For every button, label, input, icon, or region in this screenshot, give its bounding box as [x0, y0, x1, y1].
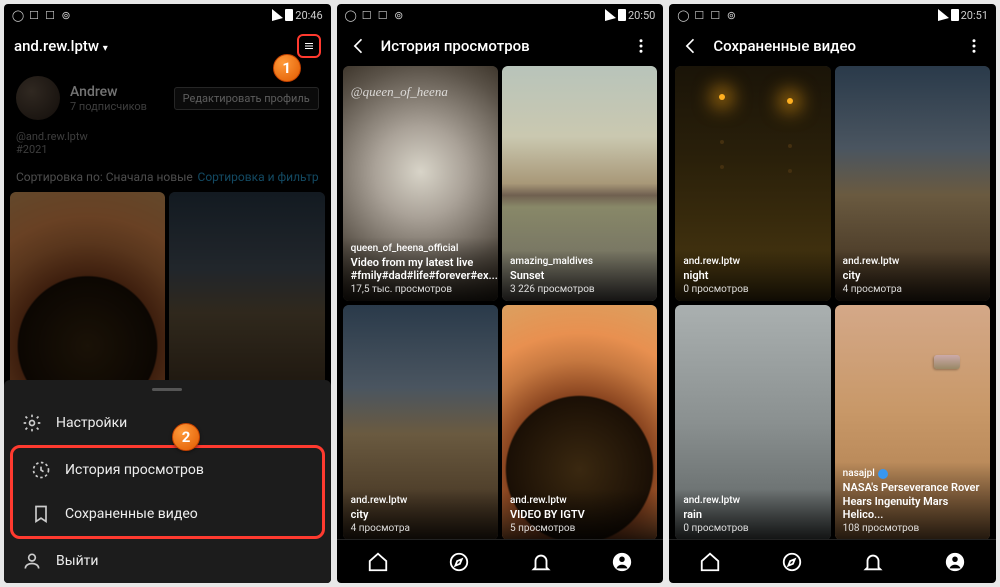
logout-icon: [22, 551, 42, 571]
video-thumb[interactable]: and.rew.lptw night 0 просмотров: [675, 66, 830, 301]
clock-icon: ☐: [709, 9, 721, 21]
back-icon[interactable]: [347, 34, 371, 58]
signal-icon: [605, 9, 616, 21]
nav-notifications-icon[interactable]: [862, 551, 884, 573]
gear-icon: [22, 413, 42, 433]
video-author: and.rew.lptw: [843, 256, 982, 267]
nav-home-icon[interactable]: [699, 551, 721, 573]
sheet-item-saved[interactable]: Сохраненные видео: [13, 492, 322, 536]
video-author: amazing_maldives: [510, 256, 649, 267]
sheet-label: Выйти: [56, 553, 99, 569]
video-thumb[interactable]: amazing_maldives Sunset 3 226 просмотров: [502, 66, 657, 301]
nav-profile-icon[interactable]: [611, 551, 633, 573]
clock-time: 20:51: [961, 9, 988, 22]
profile-content: Andrew 7 подписчиков Редактировать профи…: [4, 66, 331, 583]
video-thumb[interactable]: nasajpl NASA's Perseverance Rover Hears …: [835, 305, 990, 539]
bookmark-icon: [31, 504, 51, 524]
sheet-item-logout[interactable]: Выйти: [4, 539, 331, 583]
shazam-icon: ⊚: [393, 9, 405, 21]
video-views: 0 просмотров: [683, 523, 822, 534]
video-title: night: [683, 269, 822, 282]
clock-icon: ☐: [44, 9, 56, 21]
video-thumb[interactable]: and.rew.lptw rain 0 просмотров: [675, 305, 830, 539]
status-bar: ◯ ☐ ☐ ⊚ 20:50: [337, 4, 664, 26]
annotation-marker-1: 1: [273, 54, 301, 82]
annotation-marker-2: 2: [172, 423, 200, 451]
calendar-icon: ☐: [361, 9, 373, 21]
sheet-item-settings[interactable]: Настройки: [4, 401, 331, 445]
video-author: nasajpl: [843, 468, 982, 479]
history-icon: [31, 460, 51, 480]
video-title: city: [843, 269, 982, 282]
video-thumb[interactable]: and.rew.lptw city 4 просмотра: [835, 66, 990, 301]
sheet-handle[interactable]: [152, 388, 182, 391]
back-icon[interactable]: [679, 34, 703, 58]
screen-saved: ◯ ☐ ☐ ⊚ 20:51 Сохраненные видео and.rew.…: [669, 4, 996, 583]
more-icon[interactable]: [629, 34, 653, 58]
video-title: NASA's Perseverance Rover Hears Ingenuit…: [843, 481, 982, 521]
sheet-label: Настройки: [56, 415, 127, 431]
video-thumb[interactable]: and.rew.lptw city 4 просмотра: [343, 305, 498, 539]
signal-icon: [272, 9, 283, 21]
more-icon[interactable]: [962, 34, 986, 58]
signal-icon: [938, 9, 949, 21]
calendar-icon: ☐: [693, 9, 705, 21]
clock-icon: ☐: [377, 9, 389, 21]
watermark: @queen_of_heena: [351, 84, 448, 100]
status-bar: ◯ ☐ ☐ ⊚ 20:46: [4, 4, 331, 26]
bottom-sheet: Настройки История просмотров Сохраненные…: [4, 380, 331, 583]
username-dropdown[interactable]: and.rew.lptw ▾: [14, 37, 297, 55]
video-author: and.rew.lptw: [351, 495, 490, 506]
video-author: and.rew.lptw: [510, 495, 649, 506]
opera-icon: ◯: [345, 9, 357, 21]
battery-icon: [951, 9, 959, 21]
nav-home-icon[interactable]: [367, 551, 389, 573]
video-author: queen_of_heena_official: [351, 243, 490, 254]
video-title: rain: [683, 508, 822, 521]
nav-profile-icon[interactable]: [944, 551, 966, 573]
video-title: VIDEO BY IGTV: [510, 508, 649, 521]
video-views: 17,5 тыс. просмотров: [351, 284, 490, 295]
shazam-icon: ⊚: [60, 9, 72, 21]
video-title: city: [351, 508, 490, 521]
video-views: 4 просмотра: [351, 523, 490, 534]
opera-icon: ◯: [677, 9, 689, 21]
nav-explore-icon[interactable]: [781, 551, 803, 573]
battery-icon: [618, 9, 626, 21]
calendar-icon: ☐: [28, 9, 40, 21]
sheet-label: Сохраненные видео: [65, 506, 198, 522]
screen-profile: ◯ ☐ ☐ ⊚ 20:46 and.rew.lptw ▾ Andrew 7 по…: [4, 4, 331, 583]
menu-icon[interactable]: [297, 34, 321, 58]
page-title: Сохраненные видео: [713, 37, 962, 55]
video-views: 0 просмотров: [683, 284, 822, 295]
video-title: Video from my latest live #fmily#dad#lif…: [351, 256, 490, 282]
video-author: and.rew.lptw: [683, 495, 822, 506]
bottom-nav: [337, 539, 664, 583]
shazam-icon: ⊚: [725, 9, 737, 21]
video-views: 5 просмотров: [510, 523, 649, 534]
video-title: Sunset: [510, 269, 649, 282]
battery-icon: [285, 9, 293, 21]
video-views: 108 просмотров: [843, 523, 982, 534]
video-thumb[interactable]: @queen_of_heena queen_of_heena_official …: [343, 66, 498, 301]
app-bar: История просмотров: [337, 26, 664, 66]
clock-time: 20:46: [295, 9, 322, 22]
app-bar: Сохраненные видео: [669, 26, 996, 66]
nav-notifications-icon[interactable]: [530, 551, 552, 573]
verified-badge-icon: [878, 469, 888, 479]
sheet-label: История просмотров: [65, 462, 204, 478]
video-views: 4 просмотра: [843, 284, 982, 295]
sheet-item-history[interactable]: История просмотров: [13, 448, 322, 492]
page-title: История просмотров: [381, 37, 630, 55]
video-views: 3 226 просмотров: [510, 284, 649, 295]
nav-explore-icon[interactable]: [448, 551, 470, 573]
bottom-nav: [669, 539, 996, 583]
video-thumb[interactable]: and.rew.lptw VIDEO BY IGTV 5 просмотров: [502, 305, 657, 539]
clock-time: 20:50: [628, 9, 655, 22]
screen-history: ◯ ☐ ☐ ⊚ 20:50 История просмотров @queen_…: [337, 4, 664, 583]
status-bar: ◯ ☐ ☐ ⊚ 20:51: [669, 4, 996, 26]
video-author: and.rew.lptw: [683, 256, 822, 267]
opera-icon: ◯: [12, 9, 24, 21]
